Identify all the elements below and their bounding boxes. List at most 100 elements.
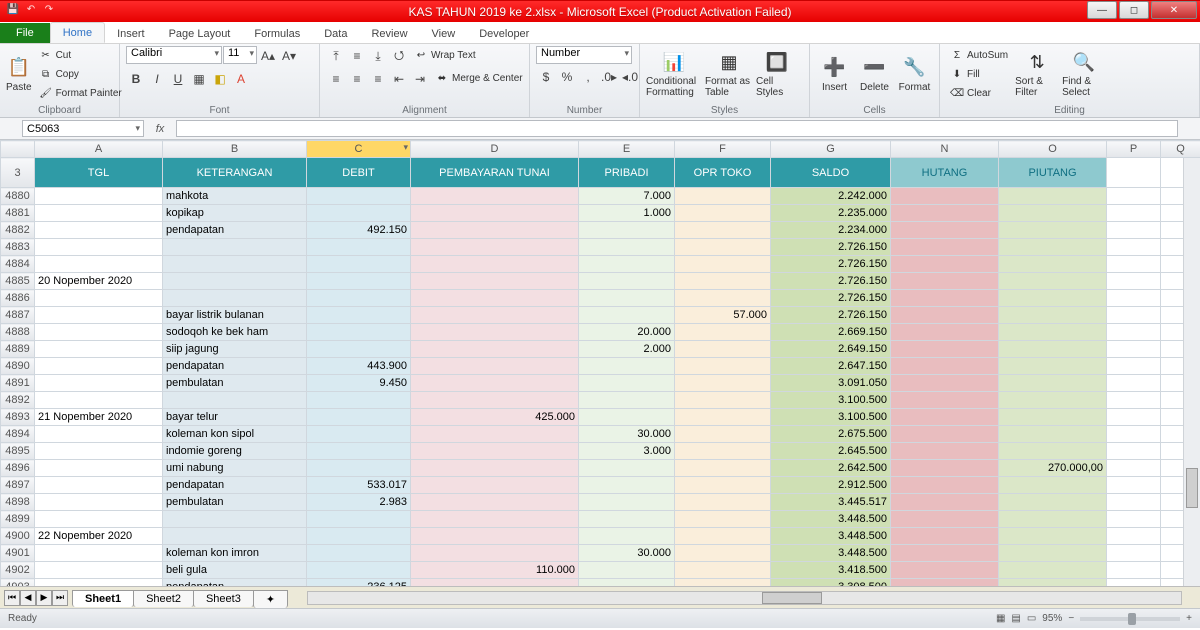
cell-G4894[interactable]: 2.675.500 <box>771 426 891 443</box>
cell-O4902[interactable] <box>999 562 1107 579</box>
cell-G4896[interactable]: 2.642.500 <box>771 460 891 477</box>
copy-button[interactable]: ⧉Copy <box>35 65 126 83</box>
cell-F4900[interactable] <box>675 528 771 545</box>
cell-O4892[interactable] <box>999 392 1107 409</box>
cell-F4884[interactable] <box>675 256 771 273</box>
cell-F4894[interactable] <box>675 426 771 443</box>
sheet-tab-3[interactable]: Sheet3 <box>193 590 254 607</box>
cell-E4892[interactable] <box>579 392 675 409</box>
cell-B4901[interactable]: koleman kon imron <box>163 545 307 562</box>
cell-E4894[interactable]: 30.000 <box>579 426 675 443</box>
cell-N4884[interactable] <box>891 256 999 273</box>
cell-A4887[interactable] <box>35 307 163 324</box>
view-normal-icon[interactable]: ▦ <box>996 613 1005 624</box>
cell-D4890[interactable] <box>411 358 579 375</box>
cell-A4885[interactable]: 20 Nopember 2020 <box>35 273 163 290</box>
tab-review[interactable]: Review <box>359 24 419 43</box>
formula-input[interactable] <box>176 120 1178 137</box>
cell-B4888[interactable]: sodoqoh ke bek ham <box>163 324 307 341</box>
cell-N4887[interactable] <box>891 307 999 324</box>
name-box[interactable]: C5063 <box>22 120 144 137</box>
cell-A4890[interactable] <box>35 358 163 375</box>
cell-N4883[interactable] <box>891 239 999 256</box>
tab-home[interactable]: Home <box>50 22 105 43</box>
cell-C4885[interactable] <box>307 273 411 290</box>
redo-icon[interactable]: ↷ <box>42 4 56 18</box>
cell-D4902[interactable]: 110.000 <box>411 562 579 579</box>
cell-C4886[interactable] <box>307 290 411 307</box>
cell-O4888[interactable] <box>999 324 1107 341</box>
cell-G4902[interactable]: 3.418.500 <box>771 562 891 579</box>
cell-N4898[interactable] <box>891 494 999 511</box>
cell-O4885[interactable] <box>999 273 1107 290</box>
cell-G4887[interactable]: 2.726.150 <box>771 307 891 324</box>
cell-O4895[interactable] <box>999 443 1107 460</box>
cell-D4880[interactable] <box>411 188 579 205</box>
cell-A4883[interactable] <box>35 239 163 256</box>
cell-D4884[interactable] <box>411 256 579 273</box>
cell-A4882[interactable] <box>35 222 163 239</box>
conditional-formatting-button[interactable]: 📊Conditional Formatting <box>646 46 702 102</box>
horizontal-scrollbar[interactable] <box>307 591 1182 605</box>
cell-B4889[interactable]: siip jagung <box>163 341 307 358</box>
cut-button[interactable]: ✂Cut <box>35 46 126 64</box>
tab-view[interactable]: View <box>420 24 468 43</box>
cell-G4880[interactable]: 2.242.000 <box>771 188 891 205</box>
cell-D4892[interactable] <box>411 392 579 409</box>
cell-C4881[interactable] <box>307 205 411 222</box>
cell-P4881[interactable] <box>1107 205 1161 222</box>
cell-P4885[interactable] <box>1107 273 1161 290</box>
cell-A4884[interactable] <box>35 256 163 273</box>
cell-O4884[interactable] <box>999 256 1107 273</box>
cell-B4891[interactable]: pembulatan <box>163 375 307 392</box>
cell-D4898[interactable] <box>411 494 579 511</box>
cell-C4891[interactable]: 9.450 <box>307 375 411 392</box>
cell-A4894[interactable] <box>35 426 163 443</box>
cell-D4899[interactable] <box>411 511 579 528</box>
cell-P4902[interactable] <box>1107 562 1161 579</box>
col-header-D[interactable]: D <box>411 141 579 158</box>
cell-C4902[interactable] <box>307 562 411 579</box>
cell-F4899[interactable] <box>675 511 771 528</box>
cell-E4899[interactable] <box>579 511 675 528</box>
border-button[interactable]: ▦ <box>189 69 209 89</box>
cell-P4897[interactable] <box>1107 477 1161 494</box>
row-header[interactable]: 4899 <box>1 511 35 528</box>
cell-E4898[interactable] <box>579 494 675 511</box>
cell-P4901[interactable] <box>1107 545 1161 562</box>
col-header-O[interactable]: O <box>999 141 1107 158</box>
cell-E4891[interactable] <box>579 375 675 392</box>
row-header[interactable]: 4881 <box>1 205 35 222</box>
cell-P4892[interactable] <box>1107 392 1161 409</box>
cell-G4898[interactable]: 3.445.517 <box>771 494 891 511</box>
cell-O4901[interactable] <box>999 545 1107 562</box>
cell-F4891[interactable] <box>675 375 771 392</box>
cell-A4898[interactable] <box>35 494 163 511</box>
cell-A4891[interactable] <box>35 375 163 392</box>
cell-B4880[interactable]: mahkota <box>163 188 307 205</box>
cell-E4903[interactable] <box>579 579 675 587</box>
cell-C4888[interactable] <box>307 324 411 341</box>
row-header[interactable]: 4885 <box>1 273 35 290</box>
cell-C4887[interactable] <box>307 307 411 324</box>
cell-O4896[interactable]: 270.000,00 <box>999 460 1107 477</box>
cell-A4880[interactable] <box>35 188 163 205</box>
cell-G4884[interactable]: 2.726.150 <box>771 256 891 273</box>
cell-D4885[interactable] <box>411 273 579 290</box>
cell-A4899[interactable] <box>35 511 163 528</box>
cell-O4899[interactable] <box>999 511 1107 528</box>
tab-developer[interactable]: Developer <box>467 24 541 43</box>
cell-N4896[interactable] <box>891 460 999 477</box>
sheet-tab-2[interactable]: Sheet2 <box>133 590 194 607</box>
cell-N4891[interactable] <box>891 375 999 392</box>
paste-button[interactable]: 📋Paste <box>6 46 32 102</box>
cell-D4893[interactable]: 425.000 <box>411 409 579 426</box>
cell-A4893[interactable]: 21 Nopember 2020 <box>35 409 163 426</box>
cell-E4885[interactable] <box>579 273 675 290</box>
col-header-P[interactable]: P <box>1107 141 1161 158</box>
cell-G4886[interactable]: 2.726.150 <box>771 290 891 307</box>
cell-B4881[interactable]: kopikap <box>163 205 307 222</box>
align-right-icon[interactable]: ≡ <box>368 69 388 89</box>
cell-C4880[interactable] <box>307 188 411 205</box>
cell-C4890[interactable]: 443.900 <box>307 358 411 375</box>
